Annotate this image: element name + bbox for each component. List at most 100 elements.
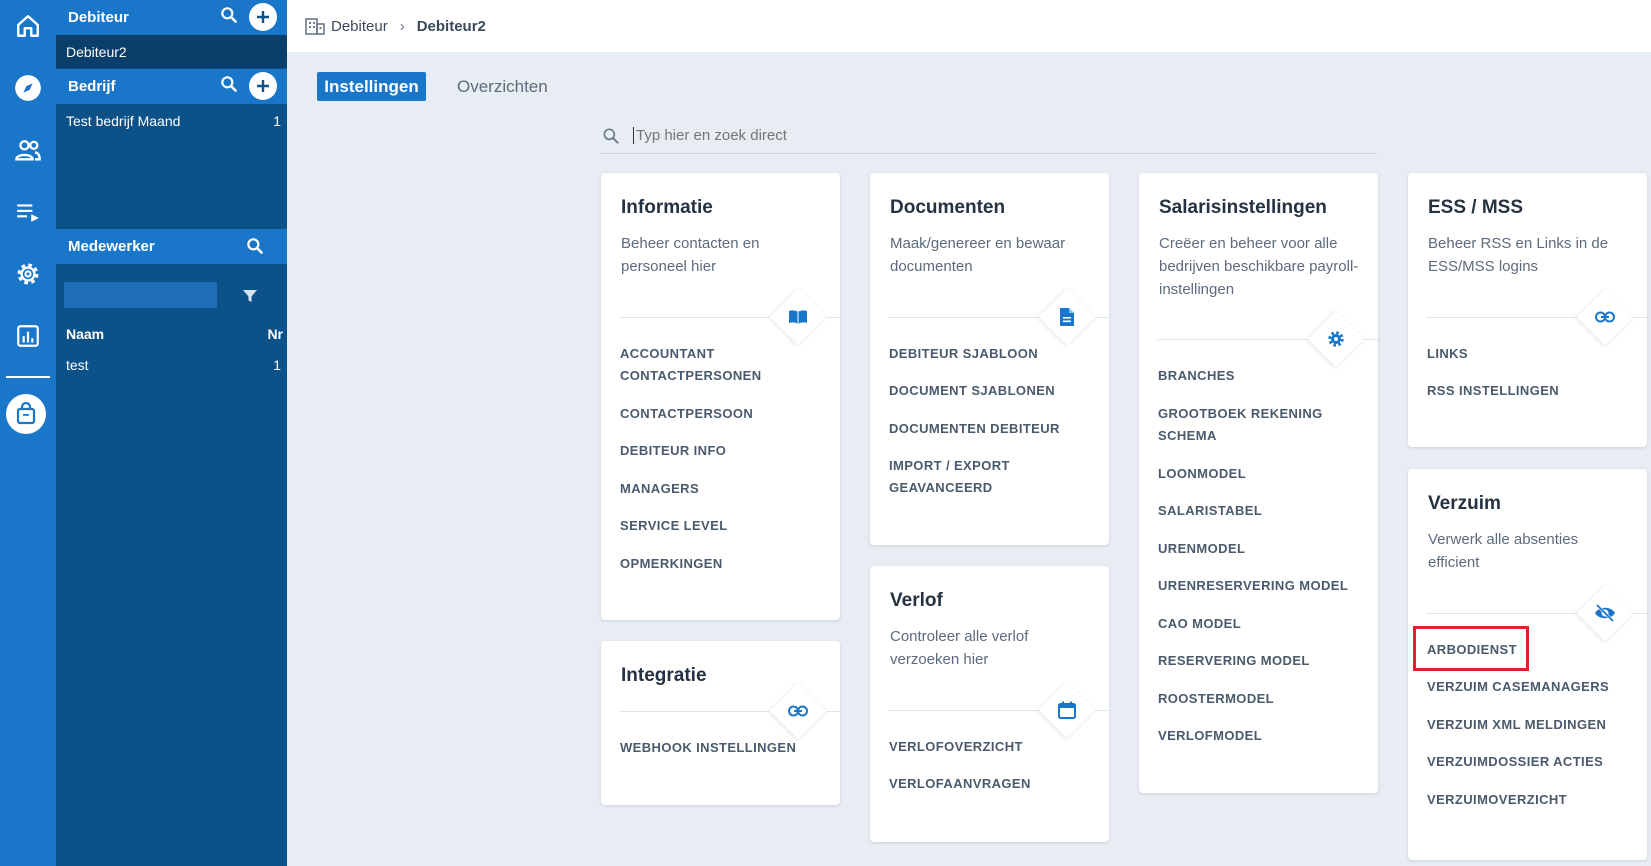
add-debiteur-button[interactable]	[249, 3, 277, 31]
bar-chart-icon[interactable]	[0, 310, 56, 362]
link-urenreservering-model[interactable]: URENRESERVERING MODEL	[1158, 575, 1358, 597]
link-contactpersoon[interactable]: CONTACTPERSOON	[620, 403, 820, 425]
search-icon[interactable]	[245, 236, 265, 260]
bedrijf-title: Bedrijf	[68, 78, 116, 95]
calendar-icon	[1058, 701, 1076, 719]
link-links[interactable]: LINKS	[1427, 343, 1627, 365]
link-opmerkingen[interactable]: OPMERKINGEN	[620, 553, 820, 575]
link-verzuim-xml-meldingen[interactable]: VERZUIM XML MELDINGEN	[1427, 714, 1627, 736]
filter-icon[interactable]	[242, 288, 258, 309]
bedrijf-header: Bedrijf	[56, 69, 287, 104]
link-import-export-geavanceerd[interactable]: IMPORT / EXPORT GEAVANCEERD	[889, 455, 1089, 499]
search-bar	[601, 118, 1377, 154]
debiteur-selected[interactable]: Debiteur2	[56, 35, 287, 68]
book-icon	[788, 309, 808, 325]
card-documenten: Documenten Maak/genereer en bewaar docum…	[870, 173, 1109, 545]
building-icon	[305, 17, 325, 35]
debiteur-header: Debiteur	[56, 0, 287, 35]
column-naam[interactable]: Naam	[66, 326, 104, 342]
link-rss-instellingen[interactable]: RSS INSTELLINGEN	[1427, 380, 1627, 402]
home-icon[interactable]	[0, 0, 56, 52]
link-reservering-model[interactable]: RESERVERING MODEL	[1158, 650, 1358, 672]
link-document-sjablonen[interactable]: DOCUMENT SJABLONEN	[889, 380, 1089, 402]
link-grootboek-rekening-schema[interactable]: GROOTBOEK REKENING SCHEMA	[1158, 403, 1358, 447]
link-debiteur-info[interactable]: DEBITEUR INFO	[620, 440, 820, 462]
gear-icon[interactable]	[0, 248, 56, 300]
card-icon-badge	[1307, 310, 1365, 368]
card-description: Controleer alle verlof verzoeken hier	[890, 628, 1029, 668]
link-debiteur-sjabloon[interactable]: DEBITEUR SJABLOON	[889, 343, 1089, 365]
users-icon[interactable]	[0, 124, 56, 176]
card-description: Beheer contacten en personeel hier	[621, 235, 760, 275]
link-urenmodel[interactable]: URENMODEL	[1158, 538, 1358, 560]
card-title: ESS / MSS	[1428, 197, 1524, 218]
link-verzuim-casemanagers[interactable]: VERZUIM CASEMANAGERS	[1427, 676, 1627, 698]
bag-icon[interactable]	[6, 394, 46, 434]
link-documenten-debiteur[interactable]: DOCUMENTEN DEBITEUR	[889, 418, 1089, 440]
card-ess-mss: ESS / MSS Beheer RSS en Links in de ESS/…	[1408, 173, 1647, 447]
card-icon-badge	[1038, 681, 1096, 739]
highlight-box	[1413, 626, 1529, 671]
link-service-level[interactable]: SERVICE LEVEL	[620, 515, 820, 537]
card-icon-badge	[769, 682, 827, 740]
column-nr[interactable]: Nr	[267, 326, 283, 342]
link-webhook-instellingen[interactable]: WEBHOOK INSTELLINGEN	[620, 737, 820, 759]
card-title: Integratie	[621, 665, 707, 686]
link-salaristabel[interactable]: SALARISTABEL	[1158, 500, 1358, 522]
link-roostermodel[interactable]: ROOSTERMODEL	[1158, 688, 1358, 710]
medewerker-name: test	[66, 357, 89, 373]
eye-off-icon	[1594, 604, 1616, 622]
medewerker-nr: 1	[273, 357, 281, 373]
search-input[interactable]	[633, 127, 1233, 144]
card-title: Salarisinstellingen	[1159, 197, 1327, 218]
debiteur-selected-label: Debiteur2	[66, 43, 127, 60]
card-icon-badge	[1576, 584, 1634, 642]
link-managers[interactable]: MANAGERS	[620, 478, 820, 500]
compass-icon[interactable]	[0, 62, 56, 114]
search-icon[interactable]	[219, 74, 239, 98]
icon-rail	[0, 0, 56, 866]
link-verzuimoverzicht[interactable]: VERZUIMOVERZICHT	[1427, 789, 1627, 811]
card-description: Maak/genereer en bewaar documenten	[890, 235, 1066, 275]
link-verzuimdossier-acties[interactable]: VERZUIMDOSSIER ACTIES	[1427, 751, 1627, 773]
card-title: Documenten	[890, 197, 1006, 218]
card-title: Verzuim	[1428, 493, 1501, 514]
list-item[interactable]: Test bedrijf Maand 1	[56, 108, 287, 134]
card-title: Informatie	[621, 197, 713, 218]
table-row[interactable]: test 1	[56, 352, 287, 378]
link-verlofaanvragen[interactable]: VERLOFAANVRAGEN	[889, 773, 1089, 795]
link-verlofoverzicht[interactable]: VERLOFOVERZICHT	[889, 736, 1089, 758]
link-branches[interactable]: BRANCHES	[1158, 365, 1358, 387]
bedrijf-name: Test bedrijf Maand	[66, 113, 181, 129]
document-icon	[1059, 307, 1075, 327]
medewerker-title: Medewerker	[68, 238, 155, 255]
breadcrumb-current: Debiteur2	[416, 17, 486, 35]
gear-icon	[1326, 329, 1346, 349]
link-loonmodel[interactable]: LOONMODEL	[1158, 463, 1358, 485]
playlist-icon[interactable]	[0, 186, 56, 238]
card-salarisinstellingen: Salarisinstellingen Creëer en beheer voo…	[1139, 173, 1378, 793]
search-icon[interactable]	[219, 5, 239, 29]
breadcrumb: Debiteur › Debiteur2	[287, 0, 1651, 52]
card-informatie: Informatie Beheer contacten en personeel…	[601, 173, 840, 620]
card-verlof: Verlof Controleer alle verlof verzoeken …	[870, 566, 1109, 842]
tab-overzichten[interactable]: Overzichten	[457, 72, 548, 101]
card-description: Beheer RSS en Links in de ESS/MSS logins	[1428, 235, 1609, 275]
link-cao-model[interactable]: CAO MODEL	[1158, 613, 1358, 635]
link-verlofmodel[interactable]: VERLOFMODEL	[1158, 725, 1358, 747]
card-icon-badge	[1576, 288, 1634, 346]
medewerker-header: Medewerker	[56, 229, 287, 264]
card-icon-badge	[769, 288, 827, 346]
breadcrumb-root[interactable]: Debiteur	[331, 18, 388, 35]
link-icon	[788, 705, 808, 717]
card-description: Verwerk alle absenties efficient	[1428, 531, 1579, 571]
tab-instellingen[interactable]: Instellingen	[317, 72, 426, 101]
debiteur-title: Debiteur	[68, 9, 129, 26]
card-integratie: Integratie WEBHOOK INSTELLINGEN	[601, 641, 840, 805]
search-icon	[601, 126, 621, 146]
link-accountant-contactpersonen[interactable]: ACCOUNTANT CONTACTPERSONEN	[620, 343, 820, 387]
add-bedrijf-button[interactable]	[249, 72, 277, 100]
chevron-right-icon: ›	[399, 17, 405, 35]
medewerker-filter-input[interactable]	[64, 282, 217, 308]
side-panel: Debiteur Debiteur2 Bedrijf Test bedrijf …	[56, 0, 287, 866]
